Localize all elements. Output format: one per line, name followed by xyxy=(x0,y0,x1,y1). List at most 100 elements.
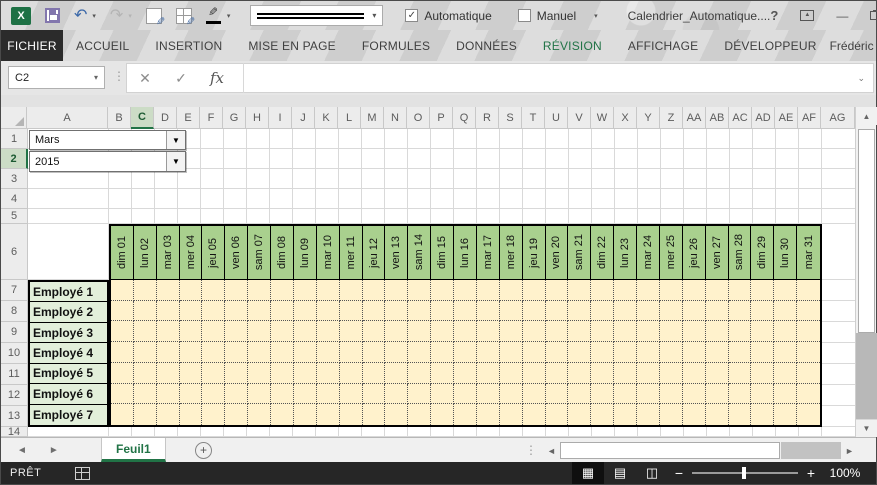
grid-cell-F1[interactable] xyxy=(201,129,224,149)
schedule-cell[interactable] xyxy=(294,301,317,322)
schedule-cell[interactable] xyxy=(568,404,591,425)
row-header-1[interactable]: 1 xyxy=(1,129,28,149)
schedule-cell[interactable] xyxy=(202,404,225,425)
grid-cell-AD4[interactable] xyxy=(753,189,776,209)
grid-cell-M2[interactable] xyxy=(362,149,385,169)
vertical-scrollbar[interactable]: ▲ ▼ xyxy=(855,107,876,437)
column-header-S[interactable]: S xyxy=(499,107,522,129)
schedule-cell[interactable] xyxy=(225,384,248,405)
schedule-cell[interactable] xyxy=(271,384,294,405)
column-header-W[interactable]: W xyxy=(591,107,614,129)
schedule-cell[interactable] xyxy=(248,404,271,425)
schedule-cell[interactable] xyxy=(797,280,820,301)
schedule-cell[interactable] xyxy=(500,321,523,342)
grid-cell-T1[interactable] xyxy=(523,129,546,149)
schedule-cell[interactable] xyxy=(294,404,317,425)
schedule-cell[interactable] xyxy=(660,301,683,322)
scroll-up-icon[interactable]: ▲ xyxy=(856,107,877,125)
row-header-14[interactable]: 14 xyxy=(1,427,28,437)
schedule-cell[interactable] xyxy=(111,342,134,363)
ribbon-tab-développeur[interactable]: DÉVELOPPEUR xyxy=(711,30,829,61)
schedule-cell[interactable] xyxy=(180,342,203,363)
schedule-cell[interactable] xyxy=(568,384,591,405)
day-header-cell[interactable]: sam 28 xyxy=(729,226,752,280)
tab-bar-grip[interactable]: ⋮ xyxy=(525,443,537,457)
insert-function-icon[interactable]: fx xyxy=(199,69,235,87)
grid-cell-A14[interactable] xyxy=(28,427,109,437)
column-header-O[interactable]: O xyxy=(407,107,430,129)
schedule-cell[interactable] xyxy=(202,280,225,301)
schedule-cell[interactable] xyxy=(614,363,637,384)
schedule-cell[interactable] xyxy=(134,404,157,425)
schedule-cell[interactable] xyxy=(248,363,271,384)
schedule-cell[interactable] xyxy=(271,342,294,363)
row-header-11[interactable]: 11 xyxy=(1,364,28,385)
ribbon-display-options-icon[interactable]: ▲ xyxy=(800,10,814,21)
grid-cell-C3[interactable] xyxy=(132,169,155,189)
schedule-cell[interactable] xyxy=(111,363,134,384)
schedule-cell[interactable] xyxy=(271,301,294,322)
grid-cell-D14[interactable] xyxy=(155,427,178,437)
grid-cell-I1[interactable] xyxy=(270,129,293,149)
day-header-cell[interactable]: mar 03 xyxy=(157,226,180,280)
employee-name-cell[interactable]: Employé 4 xyxy=(30,343,107,363)
schedule-cell[interactable] xyxy=(683,321,706,342)
schedule-cell[interactable] xyxy=(774,301,797,322)
schedule-cell[interactable] xyxy=(751,321,774,342)
grid-cell-AG13[interactable] xyxy=(822,406,855,427)
schedule-cell[interactable] xyxy=(294,384,317,405)
column-header-N[interactable]: N xyxy=(384,107,407,129)
schedule-cell[interactable] xyxy=(180,404,203,425)
schedule-cell[interactable] xyxy=(340,363,363,384)
schedule-cell[interactable] xyxy=(111,321,134,342)
schedule-cell[interactable] xyxy=(774,404,797,425)
ribbon-tab-accueil[interactable]: ACCUEIL xyxy=(63,30,142,61)
schedule-cell[interactable] xyxy=(797,404,820,425)
schedule-cell[interactable] xyxy=(202,342,225,363)
schedule-cell[interactable] xyxy=(363,342,386,363)
grid-cell-AB4[interactable] xyxy=(707,189,730,209)
schedule-cell[interactable] xyxy=(500,404,523,425)
grid-cell-R14[interactable] xyxy=(477,427,500,437)
schedule-cell[interactable] xyxy=(660,321,683,342)
schedule-cell[interactable] xyxy=(500,384,523,405)
row-header-4[interactable]: 4 xyxy=(1,189,28,209)
day-header-cell[interactable]: mer 25 xyxy=(660,226,683,280)
cancel-icon[interactable]: ✕ xyxy=(127,70,163,87)
schedule-cell[interactable] xyxy=(568,321,591,342)
schedule-cell[interactable] xyxy=(683,342,706,363)
schedule-cell[interactable] xyxy=(591,404,614,425)
grid-cell-H5[interactable] xyxy=(247,209,270,224)
schedule-cell[interactable] xyxy=(431,321,454,342)
schedule-cell[interactable] xyxy=(225,301,248,322)
line-color-icon[interactable] xyxy=(206,8,222,24)
schedule-cell[interactable] xyxy=(637,384,660,405)
schedule-cell[interactable] xyxy=(729,404,752,425)
grid-cell-W4[interactable] xyxy=(592,189,615,209)
grid-cell-R4[interactable] xyxy=(477,189,500,209)
grid-cell-AD3[interactable] xyxy=(753,169,776,189)
schedule-cell[interactable] xyxy=(202,384,225,405)
schedule-cell[interactable] xyxy=(614,280,637,301)
schedule-cell[interactable] xyxy=(660,404,683,425)
grid-cell-U3[interactable] xyxy=(546,169,569,189)
grid-cell-S2[interactable] xyxy=(500,149,523,169)
schedule-cell[interactable] xyxy=(706,384,729,405)
column-header-AB[interactable]: AB xyxy=(706,107,729,129)
sheet-tab-feuil1[interactable]: Feuil1 xyxy=(101,438,166,462)
grid-cell-AA1[interactable] xyxy=(684,129,707,149)
column-header-AD[interactable]: AD xyxy=(752,107,775,129)
grid-cell-AD1[interactable] xyxy=(753,129,776,149)
grid-cell-D4[interactable] xyxy=(155,189,178,209)
draw-border-grid-icon[interactable] xyxy=(176,8,192,24)
schedule-cell[interactable] xyxy=(363,280,386,301)
schedule-cell[interactable] xyxy=(385,363,408,384)
grid-cell-F2[interactable] xyxy=(201,149,224,169)
column-header-J[interactable]: J xyxy=(292,107,315,129)
schedule-cell[interactable] xyxy=(614,404,637,425)
schedule-cell[interactable] xyxy=(317,280,340,301)
grid-cell-H3[interactable] xyxy=(247,169,270,189)
schedule-cell[interactable] xyxy=(774,363,797,384)
grid-cell-N5[interactable] xyxy=(385,209,408,224)
schedule-cell[interactable] xyxy=(797,321,820,342)
